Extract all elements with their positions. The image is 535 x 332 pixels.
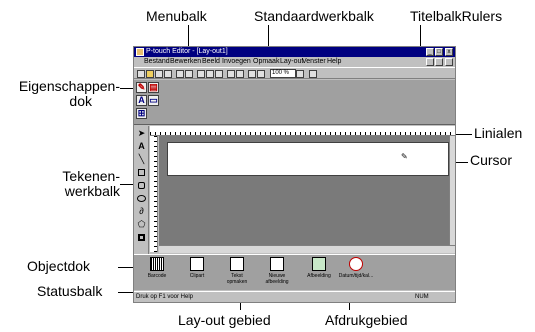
- save-icon[interactable]: [155, 70, 163, 78]
- window-title: P-touch Editor - [Lay-out1]: [146, 48, 228, 55]
- close-button[interactable]: x: [445, 48, 453, 56]
- label-statusbalk: Statusbalk: [37, 283, 103, 299]
- zoom-dropdown-icon[interactable]: [296, 70, 304, 78]
- doc-close-button[interactable]: [445, 58, 453, 66]
- frame-tool-icon[interactable]: [136, 232, 147, 243]
- layout-properties-icon[interactable]: ▭: [148, 95, 159, 106]
- menu-help[interactable]: Help: [327, 57, 341, 67]
- undo-icon[interactable]: [227, 70, 235, 78]
- label-properties-icon[interactable]: ▤: [148, 82, 159, 93]
- preview-icon[interactable]: [185, 70, 193, 78]
- rounded-rectangle-tool-icon[interactable]: [136, 180, 147, 191]
- vertical-scrollbar[interactable]: [449, 136, 455, 245]
- vertical-ruler: [150, 136, 158, 252]
- label-eigenschappendok: Eigenschappen- dok: [18, 78, 120, 109]
- menu-venster[interactable]: Venster: [302, 57, 326, 67]
- property-dock: ✎ ▤ A ▭ ⊞: [134, 80, 455, 125]
- status-bar: Druk op F1 voor Help NUM: [134, 291, 455, 302]
- open-icon[interactable]: [146, 70, 154, 78]
- label-linialen: Linialen: [474, 125, 523, 141]
- print-icon[interactable]: [176, 70, 184, 78]
- maximize-button[interactable]: □: [435, 48, 443, 56]
- redo-icon[interactable]: [236, 70, 244, 78]
- new-icon[interactable]: [137, 70, 145, 78]
- status-num: NUM: [415, 294, 429, 300]
- object-clipart[interactable]: Clipart: [184, 257, 210, 287]
- polygon-tool-icon[interactable]: ⬠: [136, 219, 147, 230]
- menu-beeld[interactable]: Beeld: [202, 57, 220, 67]
- help-icon[interactable]: [309, 70, 317, 78]
- arrange-properties-icon[interactable]: ⊞: [136, 108, 147, 119]
- object-nieuwe-afbeelding[interactable]: Nieuwe afbeelding: [264, 257, 290, 287]
- page-properties-icon[interactable]: ✎: [136, 82, 147, 93]
- object-tekst-opmaken[interactable]: Tekst opmaken: [224, 257, 250, 287]
- title-bar: P-touch Editor - [Lay-out1] _ □ x: [134, 47, 455, 57]
- object-datum-tijd[interactable]: Datum/tijd/kal...: [338, 257, 374, 287]
- label-tekenen-werkbalk: Tekenen- werkbalk: [62, 168, 120, 199]
- zoom-select[interactable]: 100 %: [270, 69, 296, 78]
- menu-opmaak[interactable]: Opmaak: [253, 57, 279, 67]
- status-help-text: Druk op F1 voor Help: [136, 294, 194, 300]
- doc-minimize-button[interactable]: [426, 58, 434, 66]
- object-dock: Barcode Clipart Tekst opmaken Nieuwe afb…: [134, 254, 455, 290]
- doc-restore-button[interactable]: [435, 58, 443, 66]
- rectangle-tool-icon[interactable]: [136, 167, 147, 178]
- image-icon: [312, 257, 326, 271]
- object-afbeelding[interactable]: Afbeelding: [306, 257, 332, 287]
- line-tool-icon[interactable]: ╲: [136, 154, 147, 165]
- text-effects-icon: [230, 257, 244, 271]
- vertical-text-icon[interactable]: [257, 70, 265, 78]
- barcode-icon: [150, 257, 164, 271]
- ellipse-tool-icon[interactable]: [136, 193, 147, 204]
- text-icon[interactable]: [248, 70, 256, 78]
- label-titelbalk-rulers: TitelbalkRulers: [410, 8, 503, 24]
- horizontal-scrollbar[interactable]: [159, 245, 455, 253]
- label-afdrukgebied: Afdrukgebied: [325, 312, 408, 328]
- menu-bewerken[interactable]: Bewerken: [170, 57, 201, 67]
- clock-icon: [349, 257, 363, 271]
- label-menubalk: Menubalk: [146, 8, 207, 24]
- label-cursor: Cursor: [470, 152, 513, 168]
- label-standaardwerkbalk: Standaardwerkbalk: [254, 8, 374, 24]
- print-setup-icon[interactable]: [164, 70, 172, 78]
- app-icon: [136, 48, 144, 56]
- copy-icon[interactable]: [206, 70, 214, 78]
- menu-lay-out[interactable]: Lay-out: [280, 57, 303, 67]
- print-area[interactable]: ✎: [167, 142, 449, 176]
- cursor-icon: ✎: [401, 152, 408, 161]
- menu-bar: Bestand Bewerken Beeld Invoegen Opmaak L…: [134, 57, 455, 67]
- paste-icon[interactable]: [215, 70, 223, 78]
- layout-area[interactable]: ✎: [159, 136, 449, 245]
- select-arrow-icon[interactable]: ➤: [136, 128, 147, 139]
- menu-bestand[interactable]: Bestand: [144, 57, 170, 67]
- minimize-button[interactable]: _: [426, 48, 434, 56]
- app-window: P-touch Editor - [Lay-out1] _ □ x Bestan…: [133, 46, 456, 303]
- new-image-icon: [270, 257, 284, 271]
- label-objectdok: Objectdok: [27, 258, 91, 274]
- label-layout-gebied: Lay-out gebied: [178, 312, 271, 328]
- clipart-icon: [190, 257, 204, 271]
- font-properties-icon[interactable]: A: [136, 95, 147, 106]
- menu-invoegen[interactable]: Invoegen: [222, 57, 251, 67]
- text-tool-icon[interactable]: A: [136, 141, 147, 152]
- standard-toolbar: 100 %: [134, 67, 455, 79]
- cut-icon[interactable]: [197, 70, 205, 78]
- draw-toolbar: ➤ A ╲ ∂ ⬠: [134, 126, 149, 254]
- horizontal-ruler: [150, 126, 455, 136]
- freehand-tool-icon[interactable]: ∂: [136, 206, 147, 217]
- object-barcode[interactable]: Barcode: [144, 257, 170, 287]
